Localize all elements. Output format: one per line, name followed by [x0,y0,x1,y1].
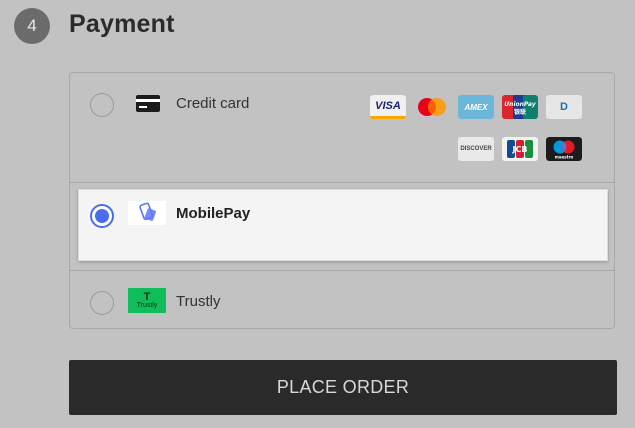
trustly-logo: T Trustly [128,288,166,313]
section-title: Payment [69,10,175,38]
amex-logo: AMEX [458,95,494,119]
credit-card-icon [136,95,160,117]
discover-logo: DISCOVER [458,137,494,161]
svg-text:maestro: maestro [555,155,574,160]
payment-option-trustly[interactable]: T Trustly Trustly [70,270,614,330]
svg-text:JCB: JCB [512,145,528,154]
place-order-button[interactable]: PLACE ORDER [69,360,617,415]
credit-card-label: Credit card [176,95,250,112]
payment-option-credit-card[interactable]: Credit card VISA AMEX UnionPay 银联 D DISC… [70,73,614,183]
trustly-label: Trustly [176,293,221,310]
payment-methods-list: Credit card VISA AMEX UnionPay 银联 D DISC… [69,72,615,329]
trustly-radio[interactable] [90,291,114,315]
mobilepay-radio[interactable] [90,204,114,228]
diners-logo: D [546,95,582,119]
unionpay-logo: UnionPay 银联 [502,95,538,119]
payment-option-mobilepay[interactable]: MobilePay [78,189,608,261]
mastercard-logo [414,95,450,119]
mobilepay-label: MobilePay [176,205,251,222]
step-number-badge: 4 [14,8,50,44]
svg-text:UnionPay: UnionPay [504,101,536,108]
visa-logo: VISA [370,95,406,119]
svg-text:银联: 银联 [514,108,526,116]
maestro-logo: maestro [546,137,582,161]
credit-card-radio[interactable] [90,93,114,117]
jcb-logo: JCB [502,137,538,161]
mobilepay-icon [128,201,166,225]
